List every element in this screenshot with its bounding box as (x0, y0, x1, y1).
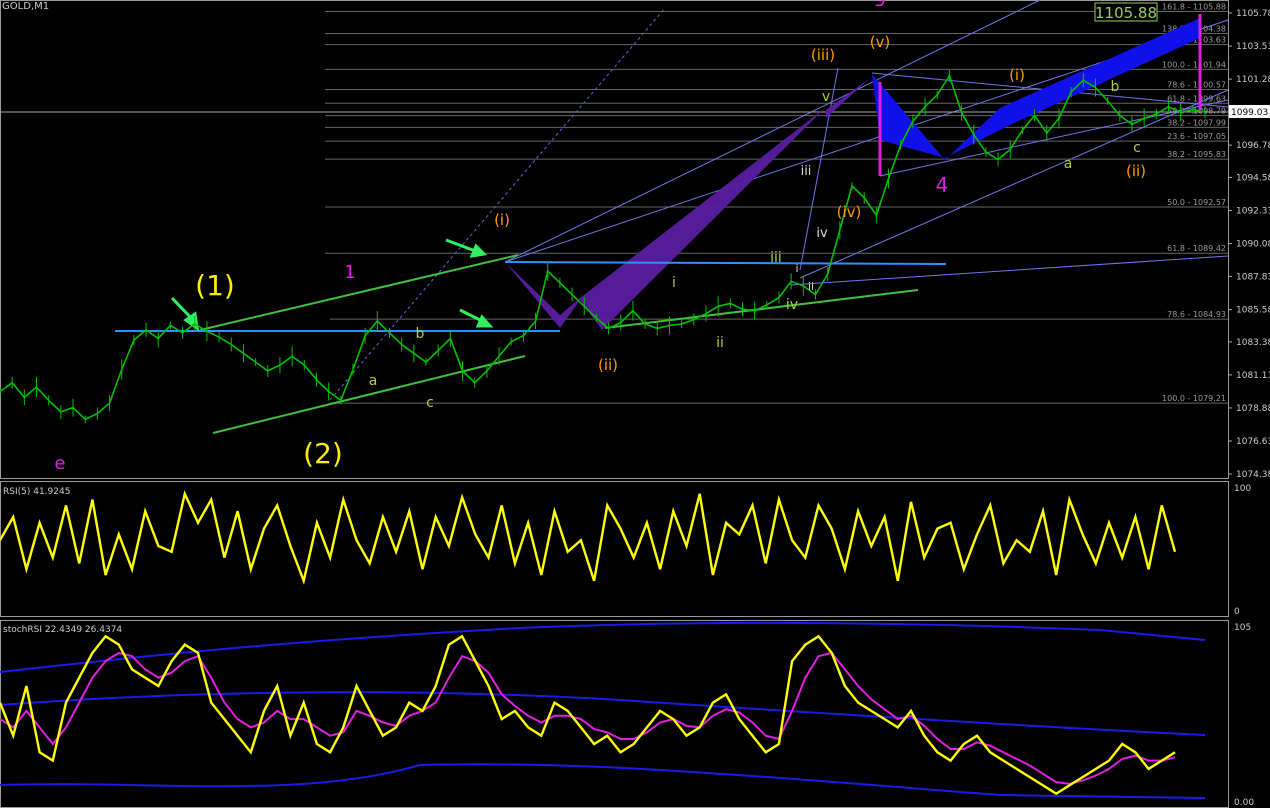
fib-level-label: 61.8 - 1089.42 (1167, 244, 1226, 253)
fib-level-label: 78.6 - 1100.57 (1167, 80, 1226, 89)
wave-label: b (416, 326, 425, 342)
rsi-title: RSI(5) 41.9245 (3, 487, 70, 497)
rsi-tick-0: 0 (1234, 607, 1240, 617)
fib-level-label: 38.2 - 1097.99 (1167, 118, 1226, 127)
price-tick-label: 1076.63 (1236, 437, 1270, 447)
wave-label: c (1133, 140, 1141, 156)
wave-label: ii (808, 280, 814, 293)
last-price-tag: 1099.03 (1231, 108, 1268, 118)
current-price-text: 1105.88 (1095, 4, 1157, 22)
wave-label: b (1111, 79, 1120, 95)
wave-label: (ii) (598, 356, 618, 374)
price-tick-label: 1094.58 (1236, 173, 1270, 183)
wave-label: (1) (195, 269, 235, 302)
wave-label: e (54, 453, 65, 474)
price-tick-label: 1096.78 (1236, 141, 1270, 151)
fib-level-label: 100.0 - 1101.94 (1162, 60, 1226, 69)
wave-label: (i) (1009, 66, 1025, 84)
fib-level-label: 50.0 - 1092.57 (1167, 198, 1226, 207)
wave-label: a (369, 373, 378, 389)
fib-level-label: 38.2 - 1095.83 (1167, 150, 1226, 159)
fib-level-label: 78.6 - 1084.93 (1167, 310, 1226, 319)
wave-label: i (672, 275, 676, 291)
wave-label: (2) (303, 437, 343, 470)
wave-label: iii (801, 164, 812, 179)
rsi-tick-100: 100 (1234, 484, 1251, 494)
wave-label: iv (786, 297, 798, 313)
price-tick-label: 1078.88 (1236, 404, 1270, 414)
price-tick-label: 1085.58 (1236, 306, 1270, 316)
wave-label: ii (716, 335, 724, 351)
wave-label: 1 (344, 262, 355, 283)
trading-chart: GOLD,M1 161.8 - 1105.88138.2 - 1104.3812… (0, 0, 1270, 808)
wave-label: 5 (874, 0, 885, 11)
wave-label: (iii) (811, 46, 835, 64)
price-tick-label: 1105.78 (1236, 9, 1270, 19)
stochrsi-tick-0: 0.00 (1234, 798, 1254, 808)
price-tick-label: 1101.28 (1236, 75, 1270, 85)
stochrsi-tick-105: 105 (1234, 623, 1251, 633)
wave-label: iii (770, 250, 782, 266)
wave-label: (i) (494, 211, 510, 229)
price-tick-label: 1092.33 (1236, 206, 1270, 216)
wave-label: v (822, 89, 830, 105)
wave-label: iv (816, 226, 828, 241)
stochrsi-title: stochRSI 22.4349 26.4374 (3, 625, 122, 635)
wave-label: (ii) (1126, 162, 1146, 180)
window-title: GOLD,M1 (2, 1, 49, 12)
wave-label: (v) (870, 33, 891, 51)
fib-level-label: 23.6 - 1097.05 (1167, 132, 1226, 141)
price-tick-label: 1090.08 (1236, 240, 1270, 250)
wave-label: i (795, 262, 798, 275)
chart-background (0, 0, 1270, 808)
wave-label: c (426, 395, 434, 411)
fib-level-label: 161.8 - 1105.88 (1162, 3, 1226, 12)
price-tick-label: 1074.38 (1236, 470, 1270, 480)
wave-label: (iv) (837, 203, 862, 221)
wave-label: 4 (936, 173, 949, 197)
wave-label: a (1064, 156, 1073, 172)
price-tick-label: 1103.53 (1236, 42, 1270, 52)
price-tick-label: 1081.13 (1236, 371, 1270, 381)
price-tick-label: 1083.38 (1236, 338, 1270, 348)
fib-level-label: 100.0 - 1079.21 (1162, 394, 1226, 403)
price-tick-label: 1087.83 (1236, 273, 1270, 283)
